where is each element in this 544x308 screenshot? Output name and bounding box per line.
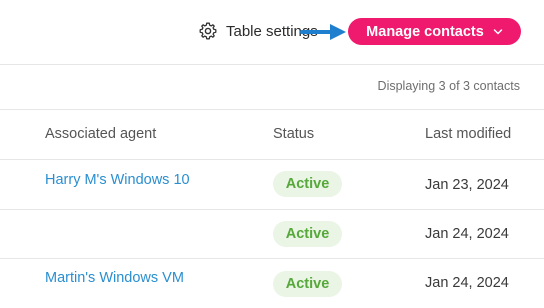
- agent-link[interactable]: Martin's Windows VM: [45, 270, 184, 286]
- table-row[interactable]: Martin's Windows VM Active Jan 24, 2024: [0, 259, 544, 308]
- arrow-right-icon: [300, 24, 346, 40]
- status-badge: Active: [273, 221, 342, 247]
- table-row[interactable]: Harry M's Windows 10 Active Jan 23, 2024: [0, 160, 544, 209]
- manage-contacts-label: Manage contacts: [366, 23, 484, 40]
- column-header-status[interactable]: Status: [273, 126, 314, 142]
- agent-link[interactable]: Harry M's Windows 10: [45, 172, 190, 188]
- last-modified-date: Jan 24, 2024: [425, 226, 509, 242]
- column-header-agent[interactable]: Associated agent: [45, 126, 156, 142]
- gear-icon: [198, 21, 218, 41]
- toolbar: Table settings Manage contacts: [0, 0, 544, 64]
- status-badge: Active: [273, 271, 342, 297]
- divider: [0, 109, 544, 110]
- table-row[interactable]: Active Jan 24, 2024: [0, 210, 544, 259]
- status-badge: Active: [273, 171, 342, 197]
- last-modified-date: Jan 24, 2024: [425, 275, 509, 291]
- last-modified-date: Jan 23, 2024: [425, 177, 509, 193]
- divider: [0, 64, 544, 65]
- contacts-count: Displaying 3 of 3 contacts: [377, 79, 520, 93]
- chevron-down-icon: [493, 28, 503, 36]
- manage-contacts-button[interactable]: Manage contacts: [348, 18, 521, 45]
- column-header-last-modified[interactable]: Last modified: [425, 126, 511, 142]
